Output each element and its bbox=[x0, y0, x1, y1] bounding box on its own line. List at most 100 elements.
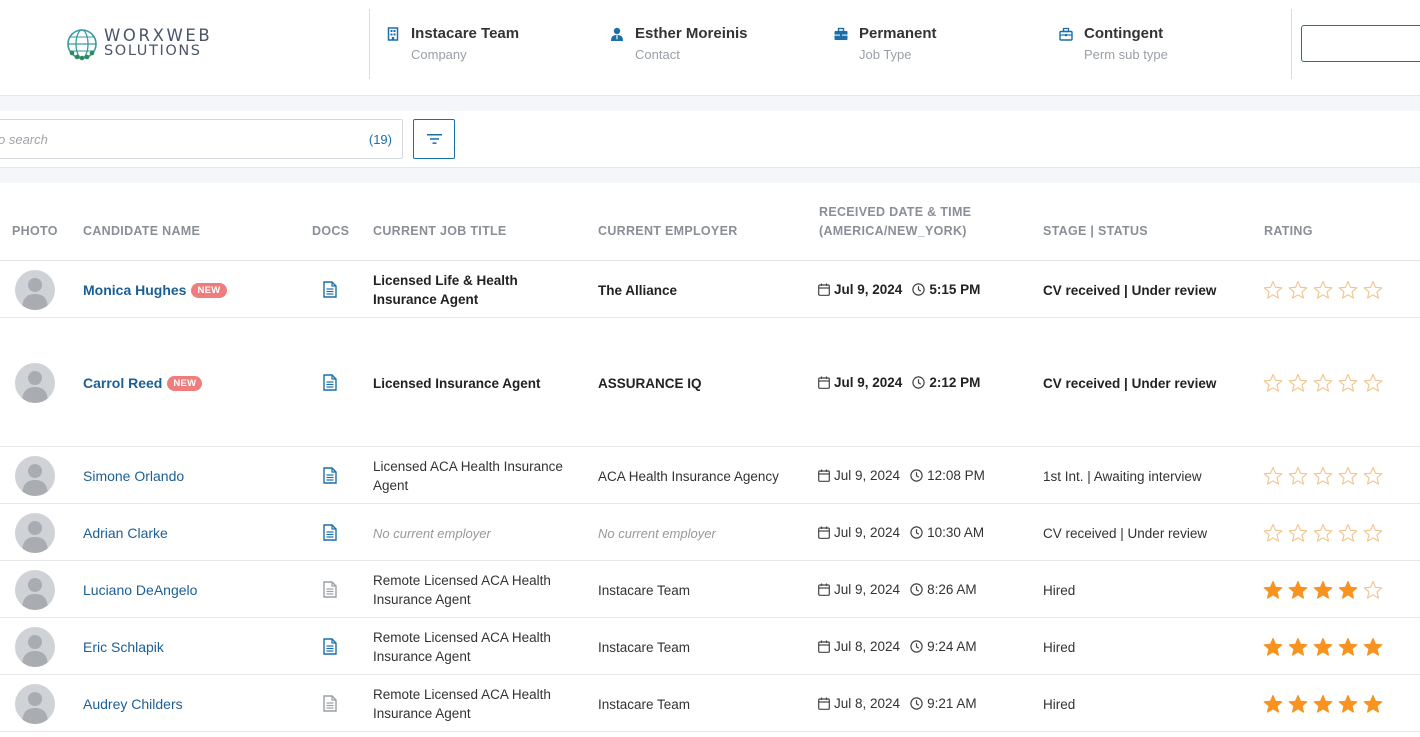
rating-stars[interactable] bbox=[1263, 466, 1385, 486]
star-icon[interactable] bbox=[1288, 373, 1308, 393]
job-title: Licensed ACA Health Insurance Agent bbox=[373, 458, 563, 493]
col-candidate-name[interactable]: CANDIDATE NAME bbox=[83, 222, 200, 241]
star-icon[interactable] bbox=[1313, 694, 1333, 714]
table-row[interactable]: Adrian Clarke No current employer No curre… bbox=[0, 504, 1420, 561]
col-job-title[interactable]: CURRENT JOB TITLE bbox=[373, 222, 507, 241]
document-icon[interactable] bbox=[323, 280, 337, 298]
star-icon[interactable] bbox=[1363, 580, 1383, 600]
candidate-name[interactable]: Eric Schlapik bbox=[83, 639, 164, 655]
avatar[interactable] bbox=[15, 269, 55, 310]
candidate-name-link[interactable]: Eric Schlapik bbox=[83, 639, 164, 655]
star-icon[interactable] bbox=[1288, 466, 1308, 486]
star-icon[interactable] bbox=[1363, 694, 1383, 714]
received-datetime: Jul 9, 2024 10:30 AM bbox=[818, 525, 984, 540]
rating-stars[interactable] bbox=[1263, 373, 1385, 393]
star-icon[interactable] bbox=[1338, 523, 1358, 543]
avatar[interactable] bbox=[15, 362, 55, 403]
stage-status[interactable]: CV received | Under review bbox=[1043, 281, 1216, 300]
star-icon[interactable] bbox=[1288, 694, 1308, 714]
avatar[interactable] bbox=[15, 683, 55, 724]
avatar[interactable] bbox=[15, 626, 55, 667]
document-icon[interactable] bbox=[323, 694, 337, 712]
star-icon[interactable] bbox=[1363, 523, 1383, 543]
document-icon[interactable] bbox=[323, 466, 337, 484]
star-icon[interactable] bbox=[1263, 580, 1283, 600]
file-icon bbox=[323, 373, 337, 391]
table-row[interactable]: Simone Orlando Licensed ACA Health Insura… bbox=[0, 447, 1420, 504]
star-icon[interactable] bbox=[1313, 637, 1333, 657]
document-icon[interactable] bbox=[323, 637, 337, 655]
rating-stars[interactable] bbox=[1263, 280, 1385, 300]
filter-button[interactable] bbox=[413, 119, 455, 159]
star-icon[interactable] bbox=[1338, 280, 1358, 300]
star-icon[interactable] bbox=[1263, 373, 1283, 393]
candidate-name[interactable]: Monica Hughes bbox=[83, 282, 186, 298]
candidate-name-link[interactable]: Luciano DeAngelo bbox=[83, 582, 197, 598]
search-input[interactable]: o search (19) bbox=[0, 119, 403, 159]
col-stage-status[interactable]: STAGE | STATUS bbox=[1043, 222, 1148, 241]
star-icon[interactable] bbox=[1363, 280, 1383, 300]
star-icon[interactable] bbox=[1288, 523, 1308, 543]
received-time: 12:08 PM bbox=[927, 467, 985, 483]
document-icon[interactable] bbox=[323, 523, 337, 541]
calendar-icon bbox=[818, 526, 830, 539]
table-row[interactable]: Luciano DeAngelo Remote Licensed ACA Heal… bbox=[0, 561, 1420, 618]
rating-stars[interactable] bbox=[1263, 523, 1385, 543]
star-icon[interactable] bbox=[1263, 523, 1283, 543]
stage-status[interactable]: Hired bbox=[1043, 638, 1075, 657]
star-icon[interactable] bbox=[1338, 694, 1358, 714]
candidate-name[interactable]: Audrey Childers bbox=[83, 696, 183, 712]
table-row[interactable]: Monica Hughes NEW Licensed Life & Health I… bbox=[0, 261, 1420, 318]
col-received-line1[interactable]: RECEIVED DATE & TIME bbox=[819, 203, 971, 222]
col-rating[interactable]: RATING bbox=[1264, 222, 1313, 241]
file-icon bbox=[323, 466, 337, 484]
star-icon[interactable] bbox=[1338, 637, 1358, 657]
document-icon[interactable] bbox=[323, 373, 337, 391]
candidate-name-link[interactable]: Carrol Reed NEW bbox=[83, 375, 203, 391]
star-icon[interactable] bbox=[1338, 373, 1358, 393]
rating-stars[interactable] bbox=[1263, 694, 1385, 714]
candidate-name[interactable]: Carrol Reed bbox=[83, 375, 162, 391]
star-icon[interactable] bbox=[1313, 466, 1333, 486]
stage-status[interactable]: CV received | Under review bbox=[1043, 524, 1207, 543]
avatar[interactable] bbox=[15, 512, 55, 553]
star-icon[interactable] bbox=[1338, 466, 1358, 486]
star-icon[interactable] bbox=[1338, 580, 1358, 600]
rating-stars[interactable] bbox=[1263, 637, 1385, 657]
candidate-name[interactable]: Adrian Clarke bbox=[83, 525, 168, 541]
globe-logo-icon bbox=[67, 29, 97, 61]
stage-status[interactable]: 1st Int. | Awaiting interview bbox=[1043, 467, 1202, 486]
candidate-name[interactable]: Luciano DeAngelo bbox=[83, 582, 197, 598]
star-icon[interactable] bbox=[1363, 637, 1383, 657]
star-icon[interactable] bbox=[1313, 280, 1333, 300]
table-row[interactable]: Audrey Childers Remote Licensed ACA Healt… bbox=[0, 675, 1420, 732]
candidate-name-link[interactable]: Adrian Clarke bbox=[83, 525, 168, 541]
star-icon[interactable] bbox=[1363, 373, 1383, 393]
star-icon[interactable] bbox=[1288, 280, 1308, 300]
star-icon[interactable] bbox=[1313, 523, 1333, 543]
star-icon[interactable] bbox=[1313, 580, 1333, 600]
stage-status[interactable]: CV received | Under review bbox=[1043, 374, 1216, 393]
star-icon[interactable] bbox=[1288, 637, 1308, 657]
header-action-box[interactable] bbox=[1301, 25, 1420, 62]
star-icon[interactable] bbox=[1288, 580, 1308, 600]
col-employer[interactable]: CURRENT EMPLOYER bbox=[598, 222, 738, 241]
stage-status[interactable]: Hired bbox=[1043, 581, 1075, 600]
stage-status[interactable]: Hired bbox=[1043, 695, 1075, 714]
star-icon[interactable] bbox=[1263, 694, 1283, 714]
candidate-name-link[interactable]: Audrey Childers bbox=[83, 696, 183, 712]
star-icon[interactable] bbox=[1313, 373, 1333, 393]
document-icon[interactable] bbox=[323, 580, 337, 598]
table-row[interactable]: Carrol Reed NEW Licensed Insurance Agent AS… bbox=[0, 318, 1420, 447]
candidate-name-link[interactable]: Simone Orlando bbox=[83, 468, 184, 484]
avatar[interactable] bbox=[15, 455, 55, 496]
avatar[interactable] bbox=[15, 569, 55, 610]
star-icon[interactable] bbox=[1363, 466, 1383, 486]
candidate-name[interactable]: Simone Orlando bbox=[83, 468, 184, 484]
rating-stars[interactable] bbox=[1263, 580, 1385, 600]
star-icon[interactable] bbox=[1263, 280, 1283, 300]
star-icon[interactable] bbox=[1263, 466, 1283, 486]
candidate-name-link[interactable]: Monica Hughes NEW bbox=[83, 282, 227, 298]
star-icon[interactable] bbox=[1263, 637, 1283, 657]
table-row[interactable]: Eric Schlapik Remote Licensed ACA Health … bbox=[0, 618, 1420, 675]
